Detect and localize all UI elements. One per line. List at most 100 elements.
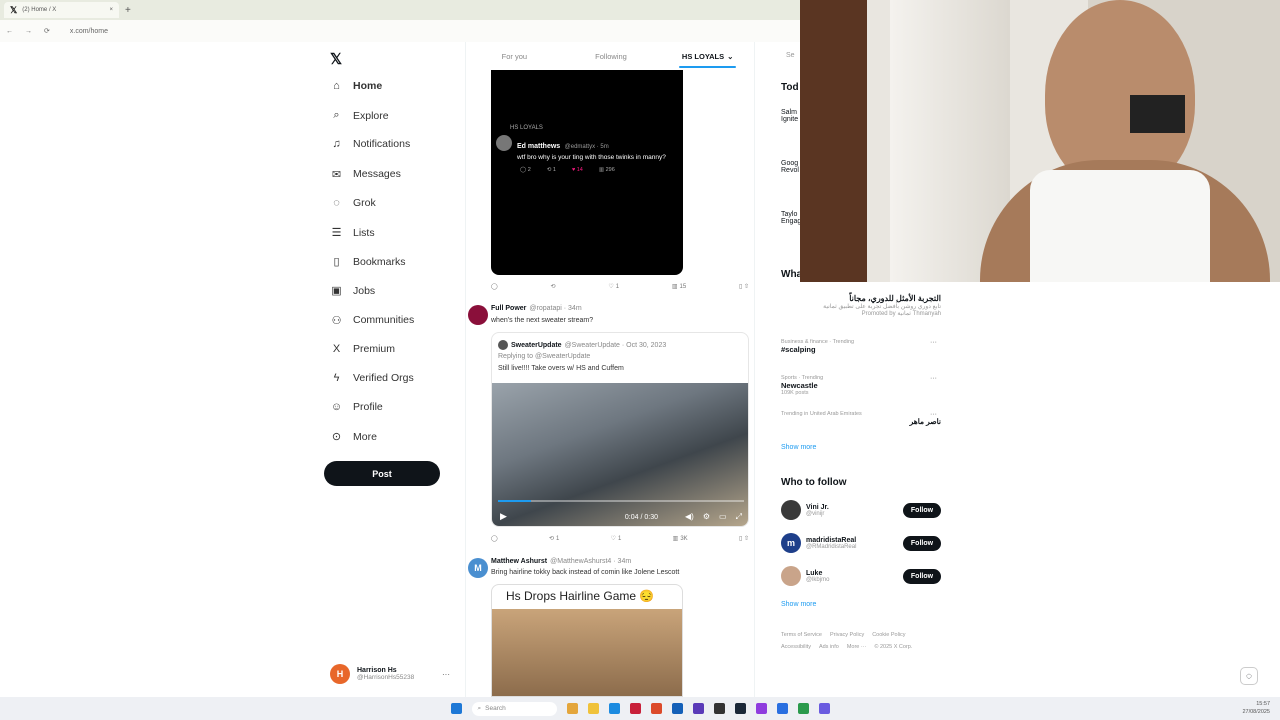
tab-following[interactable]: Following bbox=[563, 42, 660, 70]
app-icon[interactable] bbox=[797, 703, 809, 714]
outlook-icon[interactable] bbox=[671, 703, 683, 714]
avatar[interactable]: M bbox=[468, 558, 488, 578]
follow-button[interactable]: Follow bbox=[903, 535, 941, 551]
more-icon[interactable]: ··· bbox=[930, 339, 937, 346]
sidebar-item-lists[interactable]: ☰ Lists bbox=[330, 226, 375, 240]
views-icon[interactable]: ▥ 3K bbox=[673, 535, 688, 543]
footer-link[interactable]: Ads info bbox=[819, 641, 839, 653]
sidebar-item-verified-orgs[interactable]: ϟ Verified Orgs bbox=[330, 372, 414, 384]
video-player[interactable]: ▶ 0:04 / 0:30 ◀) ⚙ ▭ ⤢ bbox=[492, 383, 748, 526]
trend-item[interactable]: Sports · Trending Newcastle 109K posts ··· bbox=[781, 375, 941, 396]
avatar[interactable] bbox=[781, 500, 801, 520]
tab-for-you[interactable]: For you bbox=[466, 42, 563, 70]
grok-icon[interactable]: ◌ bbox=[1240, 667, 1258, 685]
footer-link[interactable]: Cookie Policy bbox=[872, 629, 905, 641]
twitch-icon[interactable] bbox=[755, 703, 767, 714]
url-field[interactable]: x.com/home bbox=[70, 28, 108, 35]
sidebar-item-jobs[interactable]: ▣ Jobs bbox=[330, 284, 375, 298]
sidebar-item-explore[interactable]: ⌕ Explore bbox=[330, 109, 388, 122]
footer-link[interactable]: More ··· bbox=[847, 641, 867, 653]
back-icon[interactable]: ← bbox=[6, 28, 13, 35]
edge-icon[interactable] bbox=[608, 703, 620, 714]
new-tab-button[interactable]: + bbox=[125, 5, 131, 16]
promoted-trend[interactable]: التجربة الأمثل للدوري، مجاناً تابع دوري … bbox=[781, 294, 941, 317]
messenger-icon[interactable] bbox=[776, 703, 788, 714]
pip-icon[interactable]: ▭ bbox=[719, 512, 727, 522]
reply-icon[interactable]: ◯ bbox=[491, 535, 498, 542]
footer-link[interactable]: Terms of Service bbox=[781, 629, 822, 641]
webcam-overlay bbox=[800, 0, 1280, 282]
more-icon[interactable]: ··· bbox=[930, 411, 937, 418]
avatar[interactable] bbox=[468, 305, 488, 325]
repost-icon[interactable]: ⟲ 1 bbox=[549, 535, 559, 543]
footer-link[interactable]: Accessibility bbox=[781, 641, 811, 653]
bookmark-icon[interactable]: ▯ ⇧ bbox=[739, 283, 749, 290]
more-icon[interactable]: ··· bbox=[442, 670, 450, 679]
volume-icon[interactable]: ◀) bbox=[685, 512, 694, 522]
sidebar-item-grok[interactable]: ◌ Grok bbox=[330, 197, 376, 209]
author-handle[interactable]: @MatthewAshurst4 · 34m bbox=[550, 558, 631, 565]
follow-handle: @RMadridistaReal bbox=[806, 543, 857, 550]
chrome-icon[interactable] bbox=[650, 703, 662, 714]
steam-icon[interactable] bbox=[734, 703, 746, 714]
trend-item[interactable]: Business & finance · Trending #scalping ··… bbox=[781, 339, 941, 354]
show-more-link[interactable]: Show more bbox=[781, 444, 816, 451]
more-circle-icon: ⊙ bbox=[331, 431, 342, 444]
forward-icon[interactable]: → bbox=[25, 28, 32, 35]
sidebar-item-profile[interactable]: ☺ Profile bbox=[330, 401, 383, 413]
reload-icon[interactable]: ⟳ bbox=[44, 27, 50, 35]
video-progress-bar[interactable] bbox=[498, 500, 744, 502]
post-button[interactable]: Post bbox=[324, 461, 440, 486]
sidebar-item-bookmarks[interactable]: ▯ Bookmarks bbox=[330, 255, 405, 269]
footer-link[interactable]: © 2025 X Corp. bbox=[874, 641, 912, 653]
repost-icon[interactable]: ⟲ bbox=[551, 283, 556, 290]
follow-button[interactable]: Follow bbox=[903, 502, 941, 518]
quoted-post[interactable]: SweaterUpdate @SweaterUpdate · Oct 30, 2… bbox=[491, 332, 749, 527]
avatar[interactable] bbox=[781, 566, 801, 586]
shield-icon[interactable] bbox=[629, 703, 641, 714]
like-icon[interactable]: ♡ 1 bbox=[611, 535, 622, 543]
start-icon[interactable] bbox=[450, 703, 462, 714]
like-icon[interactable]: ♡ 1 bbox=[608, 283, 619, 291]
app-icon[interactable] bbox=[818, 703, 830, 714]
sidebar-item-more[interactable]: ⊙ More bbox=[330, 430, 377, 444]
reply-icon[interactable]: ◯ bbox=[491, 283, 498, 290]
trend-item[interactable]: Trending in United Arab Emirates ناصر ماه… bbox=[781, 411, 941, 426]
follow-button[interactable]: Follow bbox=[903, 568, 941, 584]
search-input[interactable]: Se bbox=[786, 52, 795, 59]
play-icon[interactable]: ▶ bbox=[500, 511, 507, 522]
browser-tab[interactable]: 𝕏 (2) Home / X × bbox=[4, 2, 119, 18]
app-icon[interactable] bbox=[566, 703, 578, 714]
teams-icon[interactable] bbox=[692, 703, 704, 714]
x-app-icon[interactable] bbox=[713, 703, 725, 714]
sidebar-item-communities[interactable]: ⚇ Communities bbox=[330, 314, 415, 327]
post-actions: ◯ ⟲ 1 ♡ 1 ▥ 3K ▯ ⇧ bbox=[491, 535, 749, 543]
follow-name: madridistaReal bbox=[806, 536, 857, 544]
sidebar-item-premium[interactable]: X Premium bbox=[330, 343, 395, 355]
sidebar-item-notifications[interactable]: ♫ Notifications bbox=[330, 138, 410, 150]
more-icon[interactable]: ··· bbox=[930, 375, 937, 382]
show-more-link[interactable]: Show more bbox=[781, 601, 816, 608]
post-image[interactable]: HS LOYALS Ed matthews @edmattyx · 5m wtf… bbox=[491, 70, 683, 275]
post-image[interactable]: Hs Drops Hairline Game 😔 bbox=[491, 584, 683, 697]
tab-hs-loyals[interactable]: HS LOYALS ⌄ bbox=[659, 42, 754, 70]
promo-desc: تابع دوري روشن بأفضل تجربة على تطبيق ثما… bbox=[823, 304, 941, 310]
system-clock[interactable]: 15:57 27/08/2025 bbox=[1242, 700, 1270, 716]
x-logo-icon[interactable]: 𝕏 bbox=[330, 50, 342, 68]
author-name[interactable]: Matthew Ashurst bbox=[491, 558, 547, 565]
bookmark-icon[interactable]: ▯ ⇧ bbox=[739, 535, 749, 542]
close-tab-icon[interactable]: × bbox=[109, 7, 113, 13]
taskbar-search[interactable]: ⌕ Search bbox=[471, 701, 557, 716]
folder-icon[interactable] bbox=[587, 703, 599, 714]
sidebar-item-home[interactable]: ⌂ Home bbox=[330, 80, 382, 92]
author-handle[interactable]: @ropatapi · 34m bbox=[529, 305, 581, 312]
footer-link[interactable]: Privacy Policy bbox=[830, 629, 864, 641]
avatar[interactable]: m bbox=[781, 533, 801, 553]
account-switcher[interactable]: H Harrison Hs @HarrisonHs55238 ··· bbox=[330, 664, 450, 684]
author-name[interactable]: Full Power bbox=[491, 305, 526, 312]
views-icon[interactable]: ▥ 15 bbox=[672, 283, 686, 291]
settings-icon[interactable]: ⚙ bbox=[703, 512, 710, 522]
sidebar-item-messages[interactable]: ✉ Messages bbox=[330, 168, 401, 181]
fullscreen-icon[interactable]: ⤢ bbox=[736, 512, 742, 522]
follow-suggestion: Luke @lkbjmo Follow bbox=[781, 566, 941, 586]
